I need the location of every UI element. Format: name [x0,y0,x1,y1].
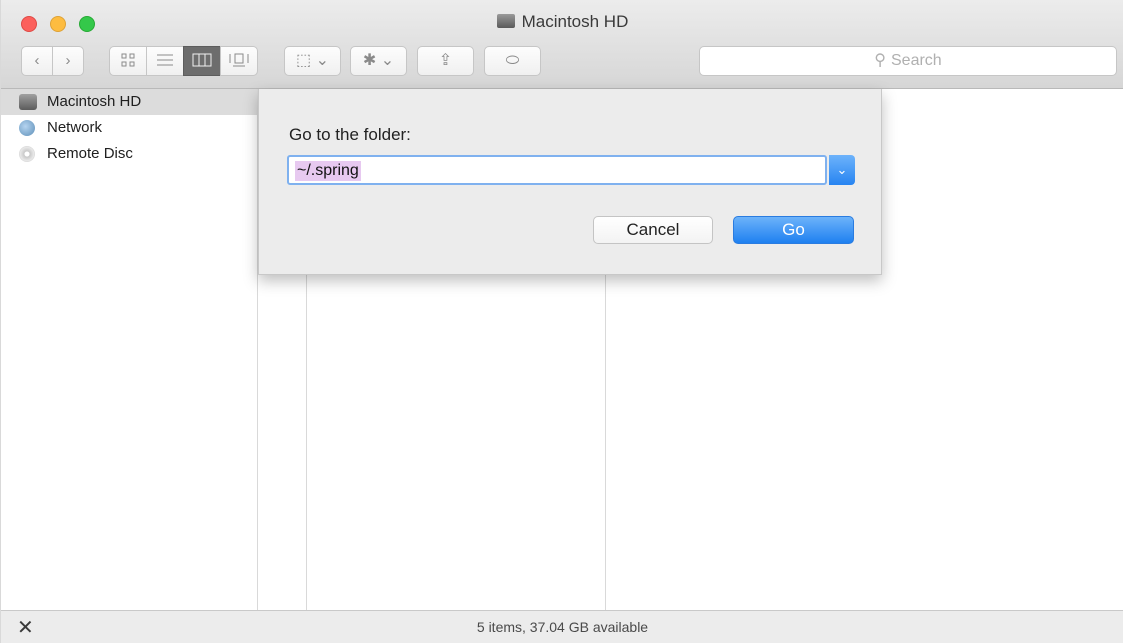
dialog-prompt: Go to the folder: [289,125,411,144]
hard-drive-icon [496,14,515,28]
folder-path-value: ~/.spring [295,161,361,181]
go-to-folder-dialog: Go to the folder: ~/.spring ⌄ Cancel Go [258,89,882,275]
gear-icon: ✱ ⌄ [362,52,395,69]
sidebar: Macintosh HD Network Remote Disc [1,89,257,609]
magnifier-icon: ⚲ [874,52,886,69]
status-bar: ✕ 5 items, 37.04 GB available [1,610,1123,643]
arrange-button[interactable]: ⬚ ⌄ [284,46,341,76]
hard-drive-icon [19,94,37,110]
back-forward-group: ‹ › [21,46,84,76]
list-view-button[interactable] [146,46,184,76]
chevron-left-icon: ‹ [34,52,40,69]
search-placeholder: Search [891,52,942,69]
view-mode-group [109,46,258,76]
titlebar: Macintosh HD ‹ › ⬚ ⌄ ✱ ⌄ ⇪ ⬭ ⚲ Search [1,0,1123,89]
action-button[interactable]: ✱ ⌄ [350,46,407,76]
cancel-button[interactable]: Cancel [593,216,713,244]
status-text: 5 items, 37.04 GB available [476,619,649,635]
folder-path-input[interactable]: ~/.spring [287,155,827,185]
arrange-icon: ⬚ ⌄ [296,52,329,69]
back-button[interactable]: ‹ [21,46,53,76]
gallery-view-icon [229,53,249,67]
column-view-icon [192,53,212,67]
path-history-dropdown[interactable]: ⌄ [829,155,855,185]
finder-window: Macintosh HD ‹ › ⬚ ⌄ ✱ ⌄ ⇪ ⬭ ⚲ Search Ma… [0,0,1123,643]
network-globe-icon [19,120,35,136]
share-icon: ⇪ [438,52,453,69]
forward-button[interactable]: › [52,46,84,76]
chevron-down-icon: ⌄ [836,162,848,177]
remote-disc-icon [19,146,35,162]
share-button[interactable]: ⇪ [417,46,474,76]
gallery-view-button[interactable] [220,46,258,76]
sidebar-item-label: Macintosh HD [47,93,142,110]
window-title: Macintosh HD [1,12,1123,32]
list-view-icon [157,54,173,66]
icon-view-button[interactable] [109,46,147,76]
chevron-right-icon: › [65,52,71,69]
tag-icon: ⬭ [505,52,520,69]
search-field[interactable]: ⚲ Search [699,46,1117,76]
sidebar-item-label: Network [47,119,103,136]
sidebar-item-label: Remote Disc [47,145,133,162]
icon-view-icon [121,53,135,67]
tags-button[interactable]: ⬭ [484,46,541,76]
go-button[interactable]: Go [733,216,854,244]
sidebar-item-remote-disc[interactable]: Remote Disc [1,141,257,167]
column-view-button[interactable] [183,46,221,76]
window-title-label: Macintosh HD [521,12,629,31]
sidebar-item-network[interactable]: Network [1,115,257,141]
sidebar-item-macintosh-hd[interactable]: Macintosh HD [1,89,257,115]
